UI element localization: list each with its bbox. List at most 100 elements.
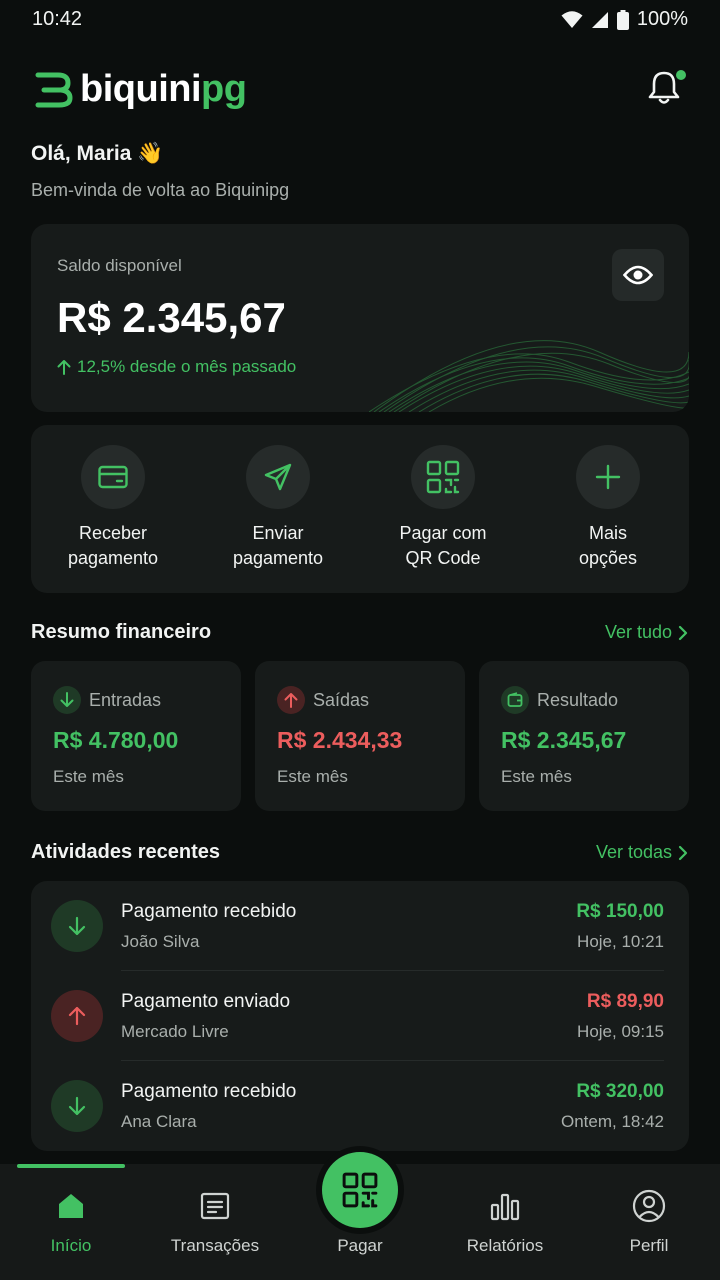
nav-home[interactable]: Início xyxy=(11,1186,131,1256)
result-value: R$ 2.345,67 xyxy=(501,727,627,753)
expenses-period: Este mês xyxy=(277,767,348,786)
activities-list: Pagamento recebido João Silva R$ 150,00 … xyxy=(31,881,689,1151)
balance-change: 12,5% desde o mês passado xyxy=(57,357,296,377)
receive-payment-button[interactable]: Receber pagamento xyxy=(38,445,188,571)
nav-transactions-label: Transações xyxy=(170,1236,260,1255)
arrow-down-icon xyxy=(51,1080,103,1132)
notification-badge xyxy=(676,70,686,80)
activity-title: Pagamento recebido xyxy=(121,901,297,922)
activity-party: João Silva xyxy=(121,932,200,951)
nav-transactions[interactable]: Transações xyxy=(155,1186,275,1256)
nav-home-label: Início xyxy=(50,1236,92,1255)
summary-title: Resumo financeiro xyxy=(31,621,212,643)
balance-waves-decoration xyxy=(369,340,689,412)
logo-text-part1: biquini xyxy=(80,68,202,110)
income-period: Este mês xyxy=(53,767,124,786)
action-label-line2: pagamento xyxy=(67,548,159,568)
arrow-up-icon xyxy=(57,360,71,375)
activity-amount: R$ 320,00 xyxy=(576,1081,664,1102)
activity-amount: R$ 89,90 xyxy=(586,991,664,1012)
wallet-icon xyxy=(501,686,529,714)
balance-card: Saldo disponível R$ 2.345,67 12,5% desde… xyxy=(31,224,689,412)
action-label-line1: Pagar com xyxy=(399,523,487,543)
activity-item[interactable]: Pagamento recebido Ana Clara R$ 320,00 O… xyxy=(31,1061,689,1151)
logo-text-part2: pg xyxy=(201,68,247,110)
income-card[interactable]: Entradas R$ 4.780,00 Este mês xyxy=(31,661,241,811)
result-period: Este mês xyxy=(501,767,572,786)
signal-icon xyxy=(591,11,608,28)
action-label-line2: pagamento xyxy=(232,548,324,568)
logo-mark-icon xyxy=(35,72,73,107)
activity-party: Mercado Livre xyxy=(121,1022,229,1041)
nav-profile-label: Perfil xyxy=(629,1236,669,1255)
result-header: Resultado xyxy=(501,686,618,714)
expenses-card[interactable]: Saídas R$ 2.434,33 Este mês xyxy=(255,661,465,811)
qr-code-icon xyxy=(411,445,475,509)
logo-text: biquinipg xyxy=(80,68,247,111)
result-label: Resultado xyxy=(537,689,619,710)
balance-change-text: 12,5% desde o mês passado xyxy=(77,357,297,376)
more-options-button[interactable]: Mais opções xyxy=(533,445,683,571)
qr-code-icon xyxy=(342,1172,378,1208)
action-label-line2: opções xyxy=(578,548,638,568)
send-payment-button[interactable]: Enviar pagamento xyxy=(203,445,353,571)
battery-level: 100% xyxy=(636,8,688,30)
summary-see-all-link[interactable]: Ver tudo xyxy=(605,622,688,643)
status-time: 10:42 xyxy=(32,8,83,30)
toggle-balance-visibility-button[interactable] xyxy=(612,249,664,301)
arrow-up-icon xyxy=(277,686,305,714)
nav-reports[interactable]: Relatórios xyxy=(445,1186,565,1256)
home-icon xyxy=(51,1186,91,1226)
pay-qr-code-button[interactable]: Pagar com QR Code xyxy=(368,445,518,571)
activity-time: Hoje, 10:21 xyxy=(577,932,664,951)
send-icon xyxy=(246,445,310,509)
nav-reports-label: Relatórios xyxy=(466,1236,544,1255)
status-indicators: 100% xyxy=(561,8,688,31)
income-header: Entradas xyxy=(53,686,161,714)
activities-see-all-label: Ver todas xyxy=(595,842,672,862)
action-label-line1: Receber xyxy=(78,523,148,543)
greeting-title: Olá, Maria 👋 xyxy=(31,142,164,165)
nav-pay-label: Pagar xyxy=(337,1236,383,1255)
activity-title: Pagamento recebido xyxy=(121,1081,297,1102)
activity-amount: R$ 150,00 xyxy=(576,901,664,922)
expenses-header: Saídas xyxy=(277,686,369,714)
action-label-line2: QR Code xyxy=(405,548,481,568)
activities-see-all-link[interactable]: Ver todas xyxy=(596,842,688,863)
activity-item[interactable]: Pagamento recebido João Silva R$ 150,00 … xyxy=(31,881,689,971)
activity-item[interactable]: Pagamento enviado Mercado Livre R$ 89,90… xyxy=(31,971,689,1061)
card-icon xyxy=(81,445,145,509)
arrow-down-icon xyxy=(53,686,81,714)
arrow-down-icon xyxy=(51,900,103,952)
chevron-right-icon xyxy=(678,845,688,860)
expenses-label: Saídas xyxy=(313,689,370,710)
eye-icon xyxy=(623,265,653,285)
action-label-line1: Enviar xyxy=(252,523,304,543)
wifi-icon xyxy=(561,10,583,28)
activity-time: Hoje, 09:15 xyxy=(577,1022,664,1041)
plus-icon xyxy=(576,445,640,509)
summary-see-all-label: Ver tudo xyxy=(604,622,672,642)
action-label-line1: Mais xyxy=(588,523,627,543)
notifications-button[interactable] xyxy=(648,70,686,110)
income-label: Entradas xyxy=(89,689,162,710)
result-card[interactable]: Resultado R$ 2.345,67 Este mês xyxy=(479,661,689,811)
activity-time: Ontem, 18:42 xyxy=(560,1112,664,1131)
activities-title: Atividades recentes xyxy=(31,841,220,863)
user-icon xyxy=(629,1186,669,1226)
expenses-value: R$ 2.434,33 xyxy=(277,727,403,753)
income-value: R$ 4.780,00 xyxy=(53,727,179,753)
receipt-icon xyxy=(195,1186,235,1226)
bar-chart-icon xyxy=(485,1186,525,1226)
active-tab-indicator xyxy=(17,1164,125,1168)
quick-actions-card: Receber pagamento Enviar pagamento Pagar c… xyxy=(31,425,689,593)
nav-pay-button[interactable] xyxy=(322,1152,398,1228)
nav-profile[interactable]: Perfil xyxy=(589,1186,709,1256)
activity-party: Ana Clara xyxy=(121,1112,197,1131)
app-logo: biquinipg xyxy=(34,68,247,111)
battery-icon xyxy=(616,9,629,30)
arrow-up-icon xyxy=(51,990,103,1042)
greeting-subtitle: Bem-vinda de volta ao Biquinipg xyxy=(31,180,290,200)
balance-label: Saldo disponível xyxy=(57,256,182,275)
balance-value: R$ 2.345,67 xyxy=(57,294,286,341)
